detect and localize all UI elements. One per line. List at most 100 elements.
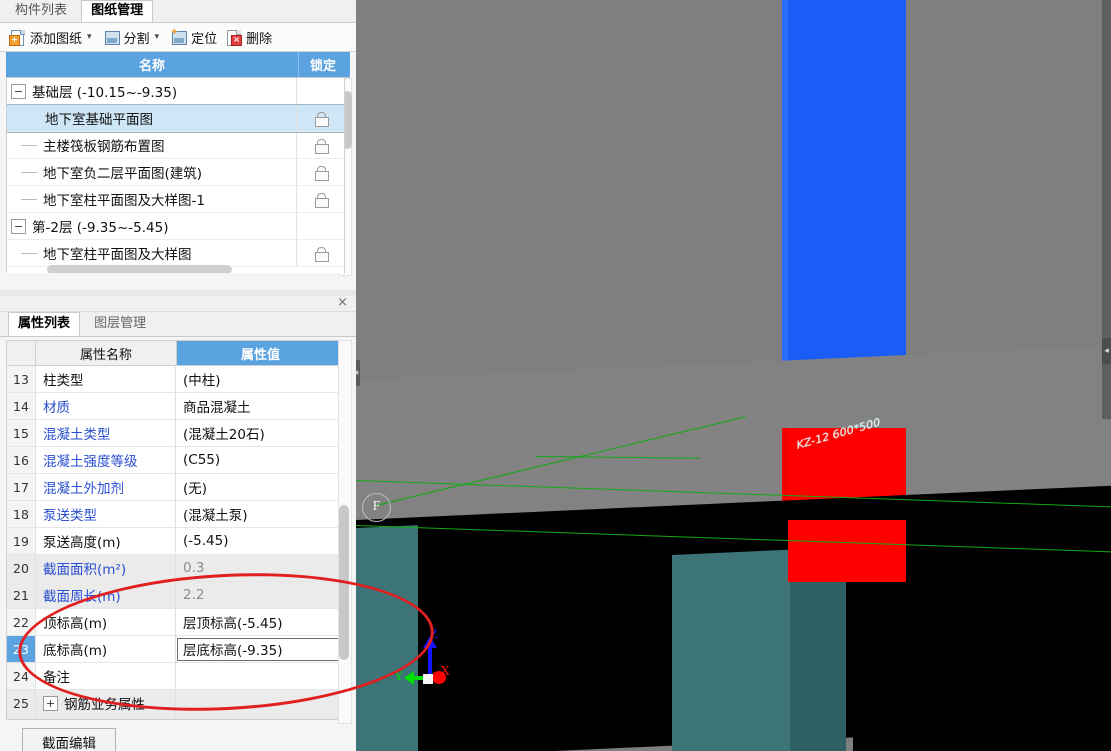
property-row-43-value (176, 717, 344, 719)
property-row-21-index: 21 (7, 582, 36, 608)
property-row-20: 20 截面面积(m²) 0.3 (7, 555, 344, 582)
property-row-16-name: 混凝土强度等级 (36, 447, 176, 473)
application-window: KZ-12 600*500 F Z Y X ◂ ◂ 构件列表 图纸管理 + 添加… (0, 0, 1111, 751)
y-axis-label: Y (394, 668, 404, 683)
property-row-25[interactable]: 25 + 钢筋业务属性 (7, 690, 344, 717)
drawing-management-panel: 构件列表 图纸管理 + 添加图纸 ▾ 分割 ▾ ✦ 定位 × 删除 名称 锁定 … (0, 0, 356, 292)
property-row-13[interactable]: 13 柱类型 (中柱) (7, 366, 344, 393)
property-row-25-index: 25 (7, 690, 36, 716)
close-icon[interactable]: × (337, 296, 348, 310)
expander-icon-foundation[interactable]: − (11, 83, 26, 99)
property-row-19-index: 19 (7, 528, 36, 554)
property-row-24[interactable]: 24 备注 (7, 663, 344, 690)
tree-lock-cell-3[interactable] (296, 159, 344, 185)
floor-shadow-right (853, 556, 1111, 751)
tree-lock-cell-4[interactable] (296, 186, 344, 212)
property-row-19-value[interactable]: (-5.45) (176, 528, 344, 554)
property-row-16[interactable]: 16 混凝土强度等级 (C55) (7, 447, 344, 474)
chevron-down-icon-2[interactable]: ▾ (155, 32, 160, 42)
tree-lock-cell-6[interactable] (296, 240, 344, 266)
expander-icon-rebar-props[interactable]: + (43, 695, 58, 711)
property-row-22[interactable]: 22 顶标高(m) 层顶标高(-5.45) (7, 609, 344, 636)
tree-item-basement-b2-plan[interactable]: 地下室负二层平面图(建筑) (7, 159, 344, 186)
property-row-15[interactable]: 15 混凝土类型 (混凝土20石) (7, 420, 344, 447)
tree-leaf-dash-2 (21, 144, 37, 146)
lock-icon-1 (314, 111, 329, 127)
toolbar-delete[interactable]: × 删除 (222, 26, 275, 49)
expander-icon-floor-b2[interactable]: − (11, 218, 26, 234)
property-row-14-index: 14 (7, 393, 36, 419)
property-col-value: 属性值 (177, 341, 344, 365)
drawing-col-name: 名称 (6, 52, 299, 77)
property-row-25-value (176, 690, 344, 716)
tree-item-basement-foundation-plan[interactable]: 地下室基础平面图 (7, 104, 344, 133)
tab-component-list[interactable]: 构件列表 (6, 0, 76, 21)
property-row-43-name-cell[interactable]: + 土建业务属性 (36, 717, 176, 719)
property-table-scrollbar-thumb[interactable] (339, 505, 349, 660)
grid-bubble-f[interactable]: F (362, 493, 391, 522)
tree-item-raft-rebar-layout-label: 主楼筏板钢筋布置图 (43, 139, 165, 155)
tree-lock-cell-2[interactable] (296, 132, 344, 158)
property-row-18[interactable]: 18 泵送类型 (混凝土泵) (7, 501, 344, 528)
lock-icon-2 (314, 138, 329, 154)
property-row-21-name: 截面周长(m) (36, 582, 176, 608)
tree-item-basement-foundation-plan-label: 地下室基础平面图 (45, 112, 153, 128)
tree-item-basement-column-plan[interactable]: 地下室柱平面图及大样图 (7, 240, 344, 267)
property-row-20-name: 截面面积(m²) (36, 555, 176, 581)
property-row-15-value[interactable]: (混凝土20石) (176, 420, 344, 446)
property-row-24-index: 24 (7, 663, 36, 689)
tree-lock-cell-1[interactable] (296, 105, 344, 131)
tree-group-floor-b2[interactable]: − 第-2层 (-9.35~-5.45) (7, 213, 344, 240)
property-row-17-value[interactable]: (无) (176, 474, 344, 500)
property-row-21: 21 截面周长(m) 2.2 (7, 582, 344, 609)
viewport-right-collapse-handle[interactable]: ◂ (1102, 338, 1111, 364)
property-row-17-name: 混凝土外加剂 (36, 474, 176, 500)
bottom-elevation-input[interactable]: 层底标高(-9.35) (177, 637, 340, 661)
drawing-col-lock: 锁定 (309, 59, 336, 74)
toolbar-add-drawing-label: 添加图纸 (30, 31, 83, 47)
property-row-14-value[interactable]: 商品混凝土 (176, 393, 344, 419)
property-row-13-value[interactable]: (中柱) (176, 366, 344, 392)
property-row-24-name: 备注 (36, 663, 176, 689)
property-row-21-value: 2.2 (176, 582, 344, 608)
property-panel-titlebar: × (0, 296, 356, 312)
property-row-23-value-cell[interactable]: 层底标高(-9.35) (176, 636, 344, 662)
property-row-14[interactable]: 14 材质 商品混凝土 (7, 393, 344, 420)
property-row-18-name: 泵送类型 (36, 501, 176, 527)
property-row-24-value[interactable] (176, 663, 344, 689)
toolbar-split[interactable]: 分割 ▾ (100, 26, 166, 49)
property-table[interactable]: 属性名称 属性值 13 柱类型 (中柱) 14 材质 商品混凝土 15 混凝土类… (6, 340, 345, 720)
tab-drawing-management[interactable]: 图纸管理 (81, 0, 154, 22)
drawing-grid-header: 名称 锁定 (6, 52, 350, 78)
delete-document-icon: × (225, 29, 243, 46)
tab-layer-management[interactable]: 图层管理 (85, 312, 155, 335)
tree-item-basement-b2-plan-label: 地下室负二层平面图(建筑) (43, 166, 203, 182)
property-row-43-index: 43 (7, 717, 36, 719)
property-row-16-value[interactable]: (C55) (176, 447, 344, 473)
section-edit-button[interactable]: 截面编辑 (22, 728, 116, 751)
property-row-15-name: 混凝土类型 (36, 420, 176, 446)
property-row-23[interactable]: 23 底标高(m) 层底标高(-9.35) (7, 636, 344, 663)
property-col-name: 属性名称 (36, 341, 177, 365)
property-row-22-value[interactable]: 层顶标高(-5.45) (176, 609, 344, 635)
chevron-down-icon[interactable]: ▾ (87, 32, 92, 42)
toolbar-add-drawing[interactable]: + 添加图纸 ▾ (6, 26, 98, 49)
property-row-17-index: 17 (7, 474, 36, 500)
property-row-25-name-cell[interactable]: + 钢筋业务属性 (36, 690, 176, 716)
x-axis-label: X (440, 664, 451, 679)
tree-item-basement-column-plan-1[interactable]: 地下室柱平面图及大样图-1 (7, 186, 344, 213)
tree-lock-cell-0 (296, 78, 344, 104)
property-row-43[interactable]: 43 + 土建业务属性 (7, 717, 344, 719)
axis-gizmo: Z Y X (394, 626, 464, 690)
tab-property-list[interactable]: 属性列表 (8, 312, 81, 336)
toolbar-locate-label: 定位 (191, 31, 218, 47)
property-row-18-value[interactable]: (混凝土泵) (176, 501, 344, 527)
toolbar-locate[interactable]: ✦ 定位 (167, 26, 220, 49)
property-row-17[interactable]: 17 混凝土外加剂 (无) (7, 474, 344, 501)
tree-item-raft-rebar-layout[interactable]: 主楼筏板钢筋布置图 (7, 132, 344, 159)
property-row-19[interactable]: 19 泵送高度(m) (-5.45) (7, 528, 344, 555)
property-panel-tabstrip: 属性列表 图层管理 (0, 312, 356, 337)
drawing-tree-hscrollbar[interactable] (47, 265, 232, 273)
drawing-tree[interactable]: − 基础层 (-10.15~-9.35) 地下室基础平面图 主楼筏板钢筋布置图 … (6, 78, 345, 273)
tree-group-foundation[interactable]: − 基础层 (-10.15~-9.35) (7, 78, 344, 105)
